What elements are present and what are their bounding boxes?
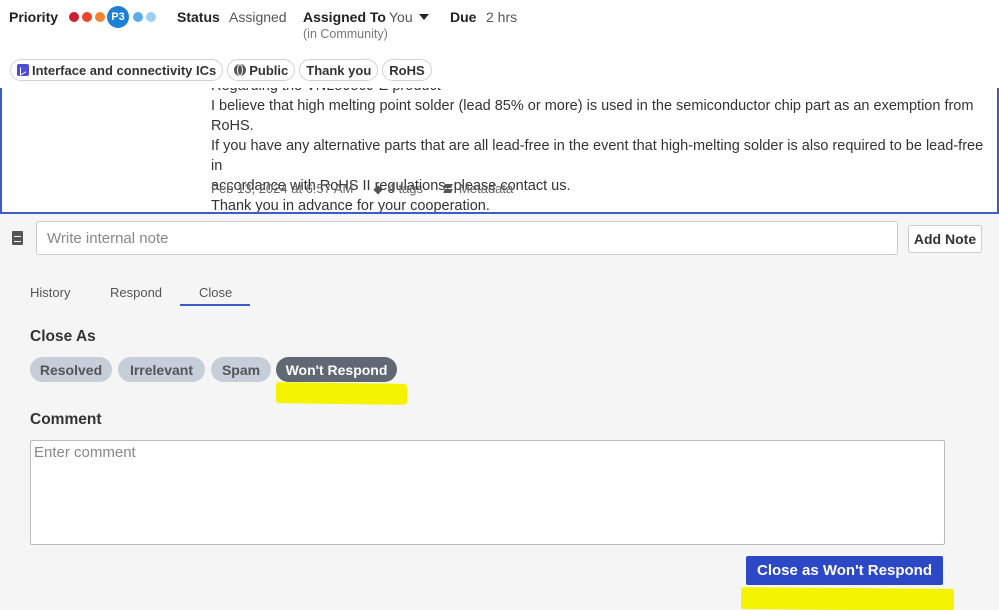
tag-label: Interface and connectivity ICs xyxy=(32,62,217,78)
message-metadata-link[interactable]: Metadata xyxy=(443,181,513,196)
highlight-marker xyxy=(741,587,954,610)
due-value: 2 hrs xyxy=(486,9,518,25)
status-value: Assigned xyxy=(229,9,287,25)
timestamp-text: Feb 13, 2024 at 6:57 AM xyxy=(211,181,354,196)
comment-title: Comment xyxy=(30,411,102,428)
chevron-down-icon[interactable] xyxy=(419,14,429,20)
tag-label: RoHS xyxy=(389,62,425,78)
message-line: Thank you in advance for your cooperatio… xyxy=(211,198,490,214)
priority-dot-5[interactable] xyxy=(146,12,156,22)
globe-icon xyxy=(234,64,247,76)
message-line: If you have any alternative parts that a… xyxy=(211,138,984,174)
priority-dot-4[interactable] xyxy=(133,12,143,22)
highlight-marker xyxy=(276,382,407,405)
close-as-wont-respond-button[interactable]: Close as Won't Respond xyxy=(746,556,943,585)
message-tags-link[interactable]: ◆ 4 tags xyxy=(373,181,423,196)
message-line: Regarding the VNL5050J-E product xyxy=(211,88,991,96)
tag-product-category[interactable]: Interface and connectivity ICs xyxy=(10,59,224,81)
tag-rohs[interactable]: RoHS xyxy=(382,59,432,81)
close-option-spam[interactable]: Spam xyxy=(211,357,271,382)
tag-icon: ◆ xyxy=(373,181,383,196)
close-as-title: Close As xyxy=(30,328,96,345)
close-option-wont-respond[interactable]: Won't Respond xyxy=(276,357,397,382)
internal-note-input[interactable] xyxy=(36,221,898,255)
tag-thank-you[interactable]: Thank you xyxy=(299,59,379,81)
comment-textarea[interactable] xyxy=(30,440,945,545)
close-option-resolved[interactable]: Resolved xyxy=(30,357,112,382)
priority-label: Priority xyxy=(9,9,59,25)
tag-label: Thank you xyxy=(306,62,372,78)
customer-message: Regarding the VNL5050J-E product I belie… xyxy=(0,88,999,214)
status-label: Status xyxy=(177,9,220,25)
due-label: Due xyxy=(450,9,477,25)
tab-close[interactable]: Close xyxy=(199,285,232,300)
message-timestamp: Feb 13, 2024 at 6:57 AM xyxy=(211,181,353,196)
tab-respond[interactable]: Respond xyxy=(110,285,162,300)
tag-label: Public xyxy=(249,62,289,78)
document-icon xyxy=(12,231,23,245)
priority-badge[interactable]: P3 xyxy=(107,6,129,28)
assigned-to-label: Assigned To xyxy=(303,9,386,25)
tag-list: Interface and connectivity ICs Public Th… xyxy=(10,59,432,81)
metadata-label: Metadata xyxy=(459,181,514,196)
product-category-icon xyxy=(17,64,29,76)
close-option-irrelevant[interactable]: Irrelevant xyxy=(118,357,205,382)
add-note-button[interactable]: Add Note xyxy=(908,225,982,253)
priority-dot-1[interactable] xyxy=(69,12,79,22)
tag-public[interactable]: Public xyxy=(227,59,296,81)
tab-history[interactable]: History xyxy=(30,285,70,300)
message-meta: Feb 13, 2024 at 6:57 AM ◆ 4 tags Metadat… xyxy=(211,181,533,196)
ticket-header: Priority P3 Status Assigned Assigned To … xyxy=(0,0,999,88)
active-tab-indicator xyxy=(180,304,250,306)
layers-icon xyxy=(443,183,454,194)
priority-dot-2[interactable] xyxy=(82,12,92,22)
assigned-to-subtext: (in Community) xyxy=(303,27,388,41)
message-line: I believe that high melting point solder… xyxy=(211,98,974,134)
priority-dot-3[interactable] xyxy=(95,12,105,22)
assigned-to-value[interactable]: You xyxy=(389,9,413,25)
tags-count: 4 tags xyxy=(387,181,424,196)
